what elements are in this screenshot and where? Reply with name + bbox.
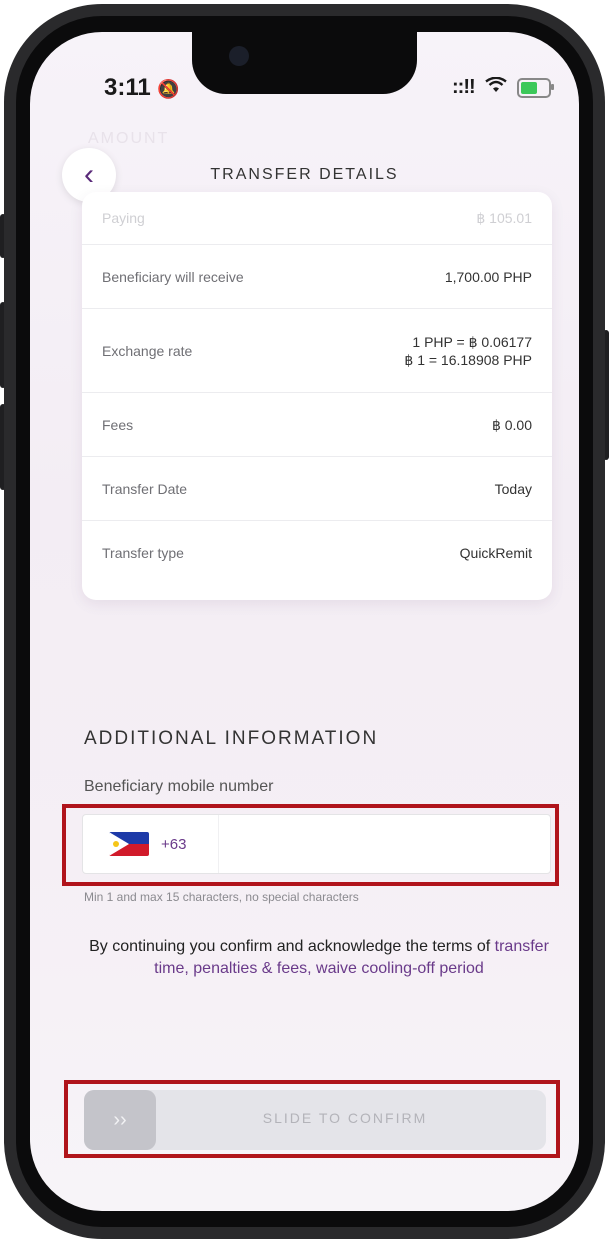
mobile-number-hint: Min 1 and max 15 characters, no special …	[84, 890, 359, 904]
detail-value: ฿ 105.01	[476, 210, 532, 226]
detail-row-paying: Paying ฿ 105.01	[82, 192, 552, 244]
detail-row-receive: Beneficiary will receive 1,700.00 PHP	[82, 244, 552, 308]
exchange-rate-line-1: 1 PHP = ฿ 0.06177	[412, 333, 532, 350]
page-title: TRANSFER DETAILS	[210, 166, 399, 183]
exchange-rate-line-2: ฿ 1 = 16.18908 PHP	[404, 351, 532, 368]
detail-value: QuickRemit	[459, 544, 532, 561]
phone-mockup: 3:11 🔕 ::!! AMOUNT ‹ TRANSFER DETAILS Pa…	[0, 0, 609, 1243]
terms-text: By continuing you confirm and acknowledg…	[84, 936, 554, 980]
notch	[192, 32, 417, 94]
detail-label: Beneficiary will receive	[102, 268, 244, 285]
detail-value: 1,700.00 PHP	[444, 268, 532, 285]
detail-label: Transfer Date	[102, 480, 188, 497]
ghost-heading: AMOUNT	[88, 130, 170, 147]
app-screen: 3:11 🔕 ::!! AMOUNT ‹ TRANSFER DETAILS Pa…	[30, 32, 579, 1211]
bell-muted-icon: 🔕	[157, 79, 180, 99]
detail-row-transfer-type: Transfer type QuickRemit	[82, 520, 552, 584]
detail-value: Today	[494, 480, 532, 497]
wifi-icon	[484, 76, 507, 98]
detail-row-exchange-rate: Exchange rate 1 PHP = ฿ 0.06177 ฿ 1 = 16…	[82, 308, 552, 392]
detail-label: Paying	[102, 210, 145, 226]
battery-icon	[516, 77, 554, 98]
detail-row-fees: Fees ฿ 0.00	[82, 392, 552, 456]
status-time: 3:11 🔕	[104, 74, 180, 102]
signal-icon: ::!!	[452, 76, 476, 98]
status-icons: ::!!	[452, 76, 554, 99]
highlight-mobile-field	[62, 804, 559, 886]
detail-label: Transfer type	[102, 544, 184, 561]
camera	[229, 46, 249, 66]
detail-label: Exchange rate	[102, 342, 193, 359]
detail-value: 1 PHP = ฿ 0.06177 ฿ 1 = 16.18908 PHP	[404, 333, 532, 369]
transfer-details-card: Paying ฿ 105.01 Beneficiary will receive…	[82, 192, 552, 600]
mobile-number-label: Beneficiary mobile number	[84, 778, 274, 795]
detail-label: Fees	[102, 416, 134, 433]
highlight-slider	[64, 1080, 560, 1158]
detail-value: ฿ 0.00	[491, 416, 532, 433]
additional-info-heading: ADDITIONAL INFORMATION	[84, 728, 379, 749]
detail-row-transfer-date: Transfer Date Today	[82, 456, 552, 520]
terms-prefix: By continuing you confirm and acknowledg…	[89, 938, 491, 955]
time-text: 3:11	[104, 74, 151, 101]
